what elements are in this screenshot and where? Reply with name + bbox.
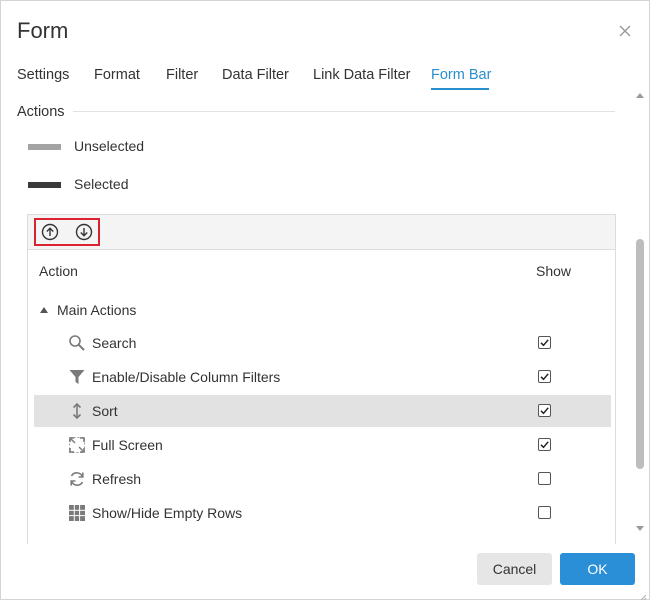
- move-down-icon[interactable]: [74, 222, 94, 242]
- scroll-down-icon[interactable]: [636, 526, 644, 531]
- actions-panel: Action Show Main Actions Search Enable/D…: [27, 214, 616, 544]
- row-label: Enable/Disable Column Filters: [92, 369, 281, 385]
- refresh-icon: [68, 470, 86, 488]
- row-label: Show/Hide Empty Rows: [92, 505, 243, 521]
- column-header-action[interactable]: Action: [39, 263, 78, 279]
- show-checkbox[interactable]: [538, 370, 551, 383]
- ok-button[interactable]: OK: [560, 553, 635, 585]
- group-main-actions[interactable]: Main Actions: [38, 301, 598, 321]
- show-checkbox[interactable]: [538, 472, 551, 485]
- dialog-title: Form: [17, 18, 69, 43]
- panel-toolbar: [28, 215, 615, 250]
- resize-handle-icon[interactable]: [639, 589, 647, 600]
- table-row[interactable]: Show/Hide Empty Rows: [34, 497, 611, 529]
- table-row[interactable]: Search: [34, 327, 611, 359]
- tab-form-bar[interactable]: Form Bar: [431, 67, 491, 83]
- scroll-up-icon[interactable]: [636, 93, 644, 98]
- section-title: Actions: [17, 104, 65, 120]
- grid-icon: [68, 504, 86, 522]
- scroll-thumb[interactable]: [636, 239, 644, 469]
- group-label: Main Actions: [57, 302, 137, 318]
- tab-settings[interactable]: Settings: [17, 67, 69, 83]
- close-icon[interactable]: [615, 21, 635, 41]
- search-icon: [68, 334, 86, 352]
- table-row[interactable]: Refresh: [34, 463, 611, 495]
- full-screen-icon: [68, 436, 86, 454]
- active-tab-indicator: [431, 88, 489, 90]
- form-dialog: Form Settings Format Filter Data Filter …: [0, 0, 650, 600]
- legend-unselected-label: Unselected: [74, 138, 145, 154]
- sort-icon: [68, 402, 86, 420]
- scrollbar[interactable]: [633, 89, 647, 539]
- tab-link-data-filter[interactable]: Link Data Filter: [313, 67, 411, 83]
- cancel-button[interactable]: Cancel: [477, 553, 552, 585]
- table-row[interactable]: Sort: [34, 395, 611, 427]
- legend-selected-label: Selected: [74, 176, 129, 192]
- section-divider: [73, 111, 615, 112]
- show-checkbox[interactable]: [538, 438, 551, 451]
- table-row[interactable]: Enable/Disable Column Filters: [34, 361, 611, 393]
- move-up-icon[interactable]: [40, 222, 60, 242]
- column-header-show[interactable]: Show: [536, 263, 571, 279]
- row-label: Full Screen: [92, 437, 163, 453]
- collapse-arrow-icon[interactable]: [40, 307, 48, 313]
- row-label: Search: [92, 335, 137, 351]
- table-row[interactable]: Full Screen: [34, 429, 611, 461]
- show-checkbox[interactable]: [538, 506, 551, 519]
- row-label: Sort: [92, 403, 118, 419]
- row-label: Refresh: [92, 471, 142, 487]
- unselected-swatch: [28, 144, 61, 150]
- show-checkbox[interactable]: [538, 336, 551, 349]
- filter-icon: [68, 368, 86, 386]
- tab-data-filter[interactable]: Data Filter: [222, 67, 289, 83]
- show-checkbox[interactable]: [538, 404, 551, 417]
- tab-filter[interactable]: Filter: [166, 67, 198, 83]
- selected-swatch: [28, 182, 61, 188]
- tab-format[interactable]: Format: [94, 67, 140, 83]
- tab-bar: Settings Format Filter Data Filter Link …: [1, 67, 650, 93]
